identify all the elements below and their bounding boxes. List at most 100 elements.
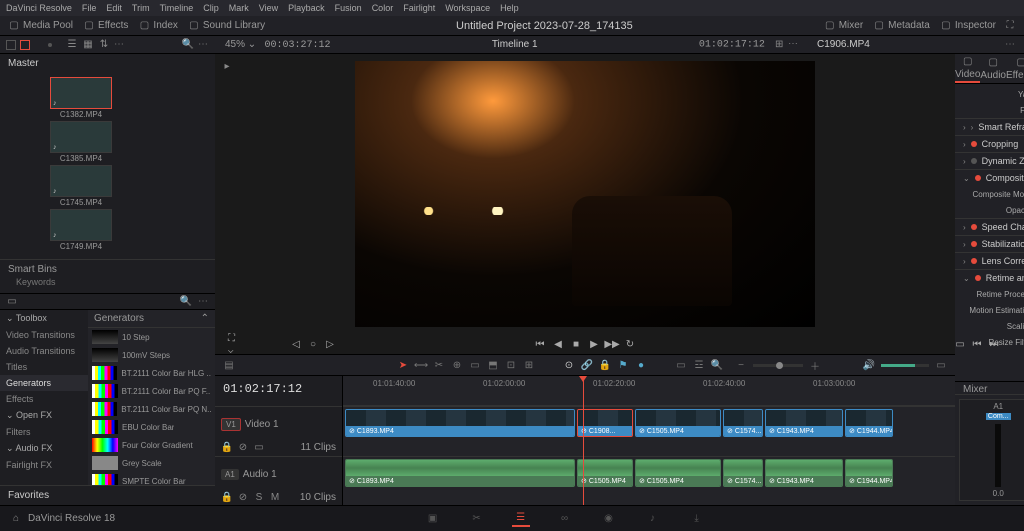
search-icon[interactable]: 🔍 bbox=[711, 359, 723, 371]
generator-item[interactable]: Grey Scale bbox=[88, 454, 215, 472]
marker-icon[interactable]: ● bbox=[635, 359, 647, 371]
flag-icon[interactable]: ⚑ bbox=[617, 359, 629, 371]
more-icon[interactable]: ⋯ bbox=[788, 39, 799, 50]
volume-icon[interactable]: 🔊 bbox=[863, 359, 875, 371]
zoom-out-icon[interactable]: − bbox=[735, 359, 747, 371]
marker-icon[interactable]: ▸ bbox=[221, 60, 233, 72]
video-clip[interactable]: C1908... bbox=[577, 409, 633, 437]
snap-icon[interactable]: ⊙ bbox=[563, 359, 575, 371]
trim-tool-icon[interactable]: ⟷ bbox=[415, 359, 427, 371]
list-view-icon[interactable]: ☰ bbox=[66, 39, 78, 51]
effects-category[interactable]: Video Transitions bbox=[0, 327, 88, 343]
collapse-icon[interactable]: ⌃ bbox=[201, 313, 209, 324]
keywords-bin[interactable]: Keywords bbox=[8, 275, 207, 289]
effects-category[interactable]: ⌄ Toolbox bbox=[0, 310, 88, 327]
generator-item[interactable]: Four Color Gradient bbox=[88, 436, 215, 454]
media-thumb[interactable]: C1385.MP4 bbox=[50, 121, 112, 163]
playhead-timecode[interactable]: 01:02:17:12 bbox=[215, 376, 342, 406]
next-edit-icon[interactable]: ⏭ bbox=[988, 338, 1000, 350]
favorites-header[interactable]: Favorites bbox=[0, 485, 215, 505]
smart-bins-header[interactable]: Smart Bins Keywords bbox=[0, 259, 215, 293]
more-icon[interactable]: ⋯ bbox=[1005, 39, 1016, 50]
home-icon[interactable]: ⌂ bbox=[10, 513, 22, 525]
inspector-tab-effects[interactable]: ▢Effects bbox=[1006, 54, 1024, 83]
mixer-button[interactable]: ▢Mixer bbox=[824, 20, 863, 32]
media-thumb[interactable]: C1382.MP4 bbox=[50, 77, 112, 119]
view-mode-icon[interactable] bbox=[6, 40, 16, 50]
page-media[interactable]: ▣ bbox=[424, 511, 442, 527]
effects-category[interactable]: Audio Transitions bbox=[0, 343, 88, 359]
menu-timeline[interactable]: Timeline bbox=[160, 3, 194, 13]
page-color[interactable]: ◉ bbox=[600, 511, 618, 527]
stop-icon[interactable]: ■ bbox=[570, 338, 582, 350]
video-clip[interactable]: C1944.MP4 bbox=[845, 409, 893, 437]
menu-file[interactable]: File bbox=[82, 3, 97, 13]
disable-icon[interactable]: ⊘ bbox=[237, 441, 249, 453]
search-icon[interactable]: 🔍 bbox=[180, 296, 192, 308]
dim-icon[interactable]: ▭ bbox=[935, 359, 947, 371]
eye-icon[interactable]: ▭ bbox=[253, 441, 265, 453]
link-icon[interactable]: 🔗 bbox=[581, 359, 593, 371]
lock-icon[interactable]: 🔒 bbox=[221, 491, 233, 503]
menu-color[interactable]: Color bbox=[372, 3, 394, 13]
page-deliver[interactable]: ⤓ bbox=[688, 511, 706, 527]
zoom-in-icon[interactable]: ＋ bbox=[809, 359, 821, 371]
tool-icon[interactable]: ☲ bbox=[693, 359, 705, 371]
metadata-button[interactable]: ▢Metadata bbox=[873, 20, 930, 32]
insert-icon[interactable]: ⊕ bbox=[451, 359, 463, 371]
menu-mark[interactable]: Mark bbox=[229, 3, 249, 13]
inspector-tab-audio[interactable]: ▢Audio bbox=[980, 54, 1006, 83]
index-button[interactable]: ▢Index bbox=[138, 20, 177, 32]
crop-icon[interactable]: ⛶ ⌄ bbox=[228, 338, 240, 350]
disable-icon[interactable]: ⊘ bbox=[237, 491, 249, 503]
prev-edit-icon[interactable]: ⏮ bbox=[971, 338, 983, 350]
next-frame-icon[interactable]: ▶▶ bbox=[606, 338, 618, 350]
menu-playback[interactable]: Playback bbox=[288, 3, 325, 13]
menu-trim[interactable]: Trim bbox=[132, 3, 150, 13]
menu-view[interactable]: View bbox=[259, 3, 278, 13]
effects-category[interactable]: Effects bbox=[0, 391, 88, 407]
inspector-section[interactable]: ⌄Retime and Scaling◆ ↺ bbox=[955, 269, 1024, 286]
fit-icon[interactable]: ⊡ bbox=[505, 359, 517, 371]
inspector-section[interactable]: ›Speed Change◆ ↺ bbox=[955, 218, 1024, 235]
prev-frame-icon[interactable]: ◀ bbox=[552, 338, 564, 350]
more-icon[interactable]: ⋯ bbox=[198, 39, 209, 50]
media-thumb[interactable]: C1745.MP4 bbox=[50, 165, 112, 207]
viewer[interactable]: ▸ bbox=[215, 54, 955, 334]
dot-icon[interactable]: ○ bbox=[307, 338, 319, 350]
track-badge-a1[interactable]: A1 bbox=[221, 469, 239, 480]
search-icon[interactable]: 🔍 bbox=[182, 39, 194, 51]
zoom-level[interactable]: 45% bbox=[225, 39, 245, 50]
generator-item[interactable]: BT.2111 Color Bar PQ F... bbox=[88, 382, 215, 400]
mixer-channel[interactable]: A1Com...0.0 bbox=[959, 399, 1024, 501]
play-icon[interactable]: ▶ bbox=[588, 338, 600, 350]
effects-button[interactable]: ▢Effects bbox=[83, 20, 128, 32]
media-thumb[interactable]: C1749.MP4 bbox=[50, 209, 112, 251]
generator-item[interactable]: 100mV Steps bbox=[88, 346, 215, 364]
page-edit[interactable]: ☰ bbox=[512, 511, 530, 527]
timeline-name[interactable]: Timeline 1 bbox=[492, 39, 538, 50]
solo-icon[interactable]: S bbox=[253, 491, 265, 503]
inspector-section[interactable]: ⌄Composite◆ ↺ bbox=[955, 169, 1024, 186]
menu-davinci-resolve[interactable]: DaVinci Resolve bbox=[6, 3, 72, 13]
inspector-section[interactable]: ›Lens Correction◆ ↺ bbox=[955, 252, 1024, 269]
menu-help[interactable]: Help bbox=[500, 3, 519, 13]
audio-clip[interactable]: C1574... bbox=[723, 459, 763, 487]
page-fairlight[interactable]: ♪ bbox=[644, 511, 662, 527]
video-clip[interactable]: C1574... bbox=[723, 409, 763, 437]
effects-category[interactable]: Fairlight FX bbox=[0, 457, 88, 473]
video-clip[interactable]: C1505.MP4 bbox=[635, 409, 721, 437]
more-icon[interactable]: ⋯ bbox=[114, 39, 125, 50]
playhead[interactable] bbox=[583, 376, 584, 505]
video-clip[interactable]: C1893.MP4 bbox=[345, 409, 575, 437]
timeline-menu-icon[interactable]: ⊞ bbox=[773, 38, 785, 50]
menu-fairlight[interactable]: Fairlight bbox=[403, 3, 435, 13]
page-cut[interactable]: ✂ bbox=[468, 511, 486, 527]
sort-icon[interactable]: ⇅ bbox=[98, 39, 110, 51]
inspector-section[interactable]: ››Smart Reframe bbox=[955, 118, 1024, 135]
video-clip[interactable]: C1943.MP4 bbox=[765, 409, 843, 437]
mute-icon[interactable]: M bbox=[269, 491, 281, 503]
inspector-section[interactable]: ›Stabilization◆ ↺ bbox=[955, 235, 1024, 252]
append-icon[interactable]: ⊞ bbox=[523, 359, 535, 371]
zoom-slider[interactable] bbox=[753, 364, 803, 367]
